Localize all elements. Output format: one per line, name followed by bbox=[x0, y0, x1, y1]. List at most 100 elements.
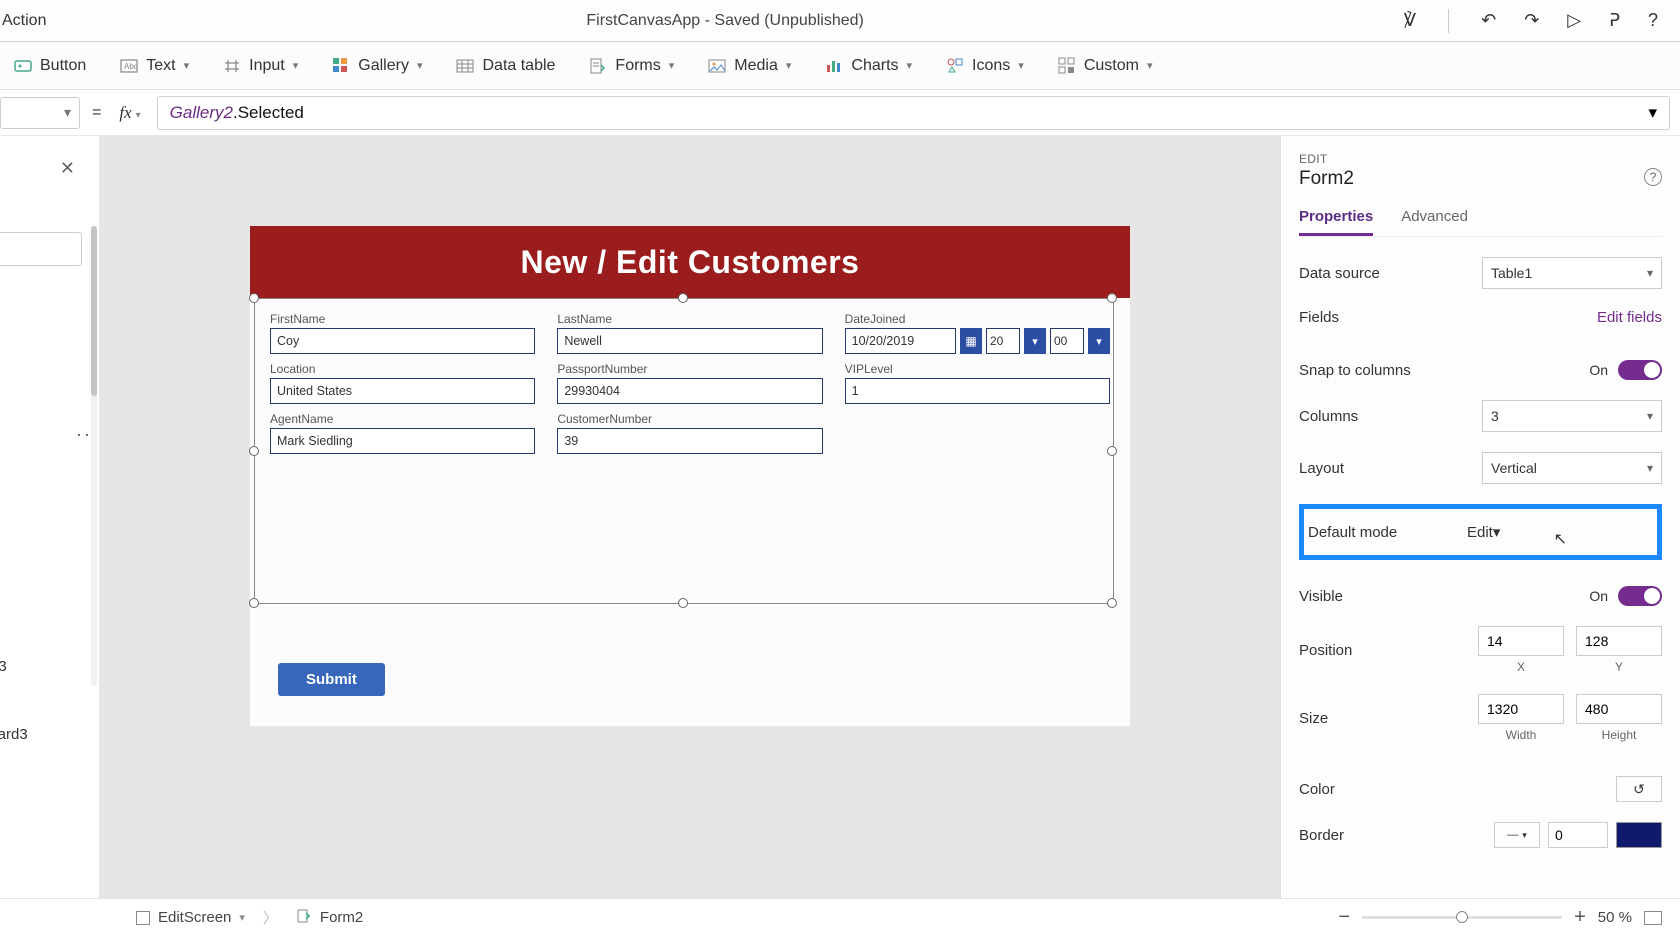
size-label: Size bbox=[1299, 710, 1328, 727]
search-input[interactable] bbox=[0, 232, 82, 266]
firstname-input[interactable] bbox=[270, 328, 535, 354]
size-height-sublabel: Height bbox=[1576, 728, 1662, 742]
forms-icon bbox=[589, 57, 607, 75]
panel-help-icon[interactable]: ? bbox=[1644, 168, 1662, 186]
insert-charts[interactable]: Charts▾ bbox=[825, 57, 912, 75]
selection-handle[interactable] bbox=[249, 598, 259, 608]
color-reset-icon[interactable]: ↺ bbox=[1616, 776, 1662, 802]
insert-datatable[interactable]: Data table bbox=[456, 57, 555, 75]
selection-handle[interactable] bbox=[678, 598, 688, 608]
layout-select[interactable]: Vertical▾ bbox=[1482, 452, 1662, 484]
cursor-icon: ↖ bbox=[1554, 529, 1567, 549]
fit-to-screen-icon[interactable] bbox=[1644, 911, 1662, 925]
insert-charts-label: Charts bbox=[851, 57, 898, 75]
insert-gallery[interactable]: Gallery▾ bbox=[332, 57, 422, 75]
insert-icons-label: Icons bbox=[972, 57, 1010, 75]
insert-media[interactable]: Media▾ bbox=[708, 57, 791, 75]
selection-handle[interactable] bbox=[1107, 598, 1117, 608]
datasource-select[interactable]: Table1▾ bbox=[1482, 257, 1662, 289]
zoom-out-icon[interactable]: − bbox=[1338, 906, 1350, 929]
submit-button[interactable]: Submit bbox=[278, 663, 385, 696]
breadcrumb-separator: 〉 bbox=[263, 907, 278, 928]
zoom-slider[interactable] bbox=[1362, 916, 1562, 919]
breadcrumb-screen[interactable]: EditScreen ▾ bbox=[136, 909, 245, 926]
columns-select[interactable]: 3▾ bbox=[1482, 400, 1662, 432]
insert-custom[interactable]: Custom▾ bbox=[1058, 57, 1153, 75]
minute-dropdown-icon[interactable]: ▾ bbox=[1088, 328, 1110, 354]
vip-input[interactable] bbox=[845, 378, 1110, 404]
highlighted-property: Default mode Edit▾ ↖ bbox=[1299, 504, 1662, 560]
custnum-input[interactable] bbox=[557, 428, 822, 454]
insert-input[interactable]: Input▾ bbox=[223, 57, 298, 75]
custnum-label: CustomerNumber bbox=[557, 412, 822, 426]
hour-select[interactable] bbox=[986, 328, 1020, 354]
form-icon bbox=[296, 908, 312, 928]
insert-gallery-label: Gallery bbox=[358, 57, 409, 75]
position-x-input[interactable] bbox=[1478, 626, 1564, 656]
color-label: Color bbox=[1299, 781, 1335, 798]
passport-input[interactable] bbox=[557, 378, 822, 404]
user-icon[interactable]: ᕈ bbox=[1609, 10, 1620, 31]
divider bbox=[1448, 9, 1449, 33]
position-y-input[interactable] bbox=[1576, 626, 1662, 656]
datejoined-input[interactable] bbox=[845, 328, 956, 354]
calendar-icon[interactable]: ▦ bbox=[960, 328, 982, 354]
text-icon: Abc bbox=[120, 57, 138, 75]
screen-title: New / Edit Customers bbox=[521, 244, 860, 281]
field-datejoined: DateJoined ▦ ▾ ▾ bbox=[845, 312, 1110, 354]
tab-advanced[interactable]: Advanced bbox=[1401, 208, 1468, 236]
breadcrumb-screen-label: EditScreen bbox=[158, 909, 231, 926]
fields-label: Fields bbox=[1299, 309, 1339, 326]
size-width-input[interactable] bbox=[1478, 694, 1564, 724]
formula-bar[interactable]: Gallery2.Selected ▾ bbox=[157, 96, 1670, 130]
scrollbar-thumb[interactable] bbox=[91, 226, 97, 396]
zoom-value: 50 % bbox=[1598, 909, 1632, 926]
field-passport: PassportNumber bbox=[557, 362, 822, 404]
svg-text:Abc: Abc bbox=[124, 62, 138, 71]
insert-custom-label: Custom bbox=[1084, 57, 1139, 75]
zoom-in-icon[interactable]: + bbox=[1574, 906, 1586, 929]
app-checker-icon[interactable]: ℣ bbox=[1404, 10, 1416, 31]
field-vip: VIPLevel bbox=[845, 362, 1110, 404]
visible-state: On bbox=[1589, 588, 1608, 604]
insert-button[interactable]: Button bbox=[14, 57, 86, 75]
insert-text[interactable]: Abc Text▾ bbox=[120, 57, 189, 75]
minute-select[interactable] bbox=[1050, 328, 1084, 354]
edit-fields-link[interactable]: Edit fields bbox=[1597, 309, 1662, 326]
formula-expand-icon[interactable]: ▾ bbox=[1648, 103, 1657, 123]
border-color-swatch[interactable] bbox=[1616, 822, 1662, 848]
help-icon[interactable]: ? bbox=[1648, 10, 1658, 31]
property-dropdown[interactable]: ▾ bbox=[0, 97, 80, 129]
app-screen[interactable]: New / Edit Customers FirstName LastName bbox=[250, 226, 1130, 726]
hour-dropdown-icon[interactable]: ▾ bbox=[1024, 328, 1046, 354]
screen-header: New / Edit Customers bbox=[250, 226, 1130, 298]
fx-button[interactable]: fx▾ bbox=[113, 103, 146, 123]
undo-icon[interactable]: ↶ bbox=[1481, 10, 1496, 31]
size-width-sublabel: Width bbox=[1478, 728, 1564, 742]
size-height-input[interactable] bbox=[1576, 694, 1662, 724]
breadcrumb-form[interactable]: Form2 bbox=[296, 908, 363, 928]
border-width-input[interactable] bbox=[1548, 822, 1608, 848]
position-x-sublabel: X bbox=[1478, 660, 1564, 674]
insert-forms[interactable]: Forms▾ bbox=[589, 57, 674, 75]
gallery-icon bbox=[332, 57, 350, 75]
snap-state: On bbox=[1589, 362, 1608, 378]
canvas-area[interactable]: New / Edit Customers FirstName LastName bbox=[100, 136, 1280, 898]
close-icon[interactable]: ✕ bbox=[60, 158, 75, 179]
charts-icon bbox=[825, 57, 843, 75]
agent-input[interactable] bbox=[270, 428, 535, 454]
field-lastname: LastName bbox=[557, 312, 822, 354]
location-input[interactable] bbox=[270, 378, 535, 404]
border-style-select[interactable]: — ▾ bbox=[1494, 822, 1540, 848]
insert-icons[interactable]: Icons▾ bbox=[946, 57, 1024, 75]
tab-properties[interactable]: Properties bbox=[1299, 208, 1373, 236]
play-icon[interactable]: ▷ bbox=[1567, 10, 1581, 31]
panel-context-label: EDIT bbox=[1299, 152, 1662, 166]
redo-icon[interactable]: ↷ bbox=[1524, 10, 1539, 31]
visible-toggle[interactable] bbox=[1618, 586, 1662, 606]
lastname-input[interactable] bbox=[557, 328, 822, 354]
defaultmode-label: Default mode bbox=[1308, 524, 1397, 541]
firstname-label: FirstName bbox=[270, 312, 535, 326]
ribbon-tab-action[interactable]: Action bbox=[0, 12, 46, 30]
snap-toggle[interactable] bbox=[1618, 360, 1662, 380]
